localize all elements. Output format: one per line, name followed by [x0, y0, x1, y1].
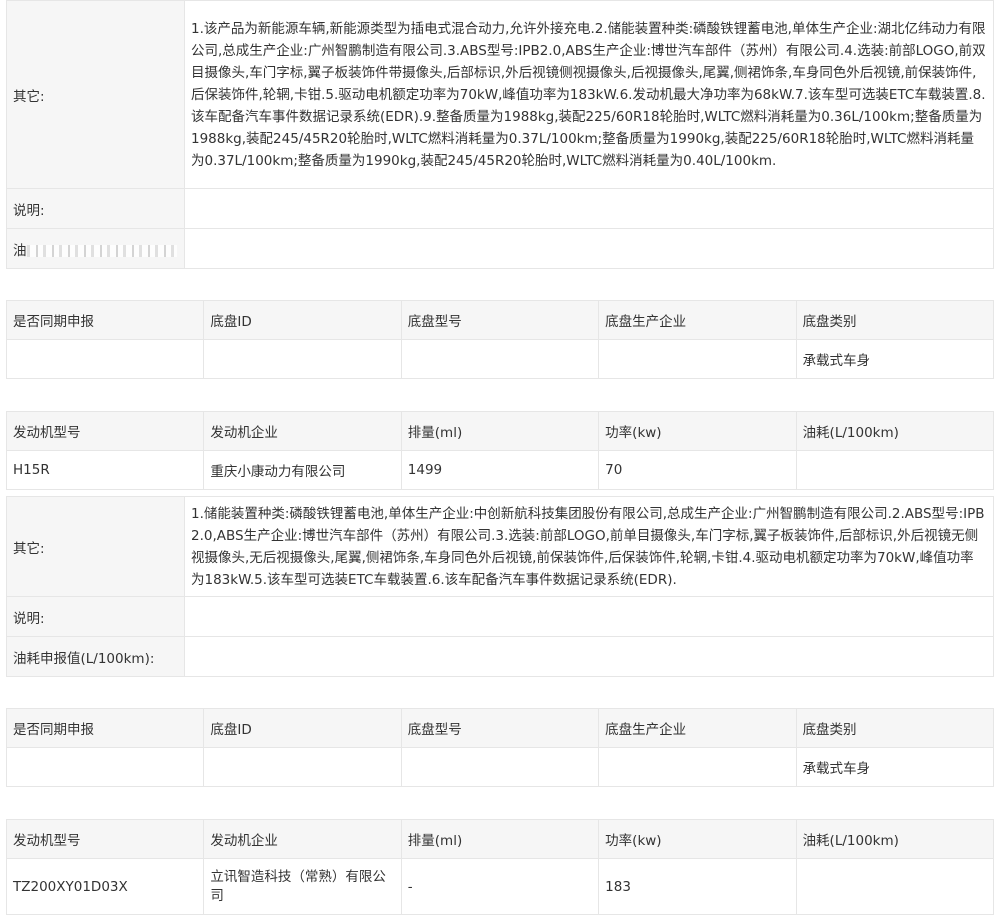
- col-power: 功率(kw): [598, 819, 797, 859]
- table-row: H15R 重庆小康动力有限公司 1499 70: [5, 450, 995, 490]
- table-row: 承载式车身: [5, 747, 995, 787]
- fuel-declared-value: [184, 636, 994, 677]
- fuel-value: [184, 228, 994, 269]
- chassis-table-2: 是否同期申报 底盘ID 底盘型号 底盘生产企业 底盘类别 承载式车身: [5, 708, 995, 787]
- col-chassis-maker: 底盘生产企业: [598, 300, 797, 340]
- cell-sync-declare: [5, 747, 205, 787]
- redacted-mark: [26, 244, 177, 257]
- cell-sync-declare: [5, 339, 205, 379]
- table-row: TZ200XY01D03X 立讯智造科技（常熟）有限公司 - 183: [5, 858, 995, 915]
- fuel-label-visible-char: 油: [13, 242, 27, 259]
- col-sync-declare: 是否同期申报: [5, 300, 205, 340]
- other-text: 1.该产品为新能源车辆,新能源类型为插电式混合动力,允许外接充电.2.储能装置种…: [184, 0, 994, 189]
- fuel-label-blurred: 油: [6, 228, 185, 269]
- cell-displacement: -: [400, 858, 600, 915]
- cell-fuel-consumption: [795, 858, 995, 915]
- col-engine-maker: 发动机企业: [203, 411, 402, 451]
- cell-chassis-id: [203, 339, 402, 379]
- col-chassis-type: 底盘类别: [795, 300, 995, 340]
- cell-fuel-consumption: [795, 450, 995, 490]
- engine-table-1: 发动机型号 发动机企业 排量(ml) 功率(kw) 油耗(L/100km) H1…: [5, 411, 995, 490]
- cell-chassis-id: [203, 747, 402, 787]
- engine-header-row: 发动机型号 发动机企业 排量(ml) 功率(kw) 油耗(L/100km): [5, 411, 995, 451]
- block2-info-table: 其它: 1.储能装置种类:磷酸铁锂蓄电池,单体生产企业:中创新航科技集团股份有限…: [6, 496, 994, 677]
- chassis-table-1: 是否同期申报 底盘ID 底盘型号 底盘生产企业 底盘类别 承载式车身: [5, 300, 995, 379]
- cell-displacement: 1499: [400, 450, 600, 490]
- cell-engine-model: H15R: [5, 450, 205, 490]
- engine-table-2: 发动机型号 发动机企业 排量(ml) 功率(kw) 油耗(L/100km) TZ…: [5, 819, 995, 915]
- col-fuel-consumption: 油耗(L/100km): [795, 819, 995, 859]
- col-engine-maker: 发动机企业: [203, 819, 402, 859]
- col-chassis-id: 底盘ID: [203, 300, 402, 340]
- cell-engine-model: TZ200XY01D03X: [5, 858, 205, 915]
- col-displacement: 排量(ml): [400, 819, 600, 859]
- cell-chassis-maker: [598, 747, 797, 787]
- note-value: [184, 188, 994, 229]
- other-label: 其它:: [6, 496, 185, 597]
- other-text: 1.储能装置种类:磷酸铁锂蓄电池,单体生产企业:中创新航科技集团股份有限公司,总…: [184, 496, 994, 597]
- note-label: 说明:: [6, 188, 185, 229]
- table-row: 承载式车身: [5, 339, 995, 379]
- block1-info-table: 其它: 1.该产品为新能源车辆,新能源类型为插电式混合动力,允许外接充电.2.储…: [6, 0, 994, 269]
- cell-engine-maker: 立讯智造科技（常熟）有限公司: [203, 858, 402, 915]
- fuel-declared-label: 油耗申报值(L/100km):: [6, 636, 185, 677]
- chassis-header-row: 是否同期申报 底盘ID 底盘型号 底盘生产企业 底盘类别: [5, 300, 995, 340]
- col-chassis-model: 底盘型号: [400, 708, 600, 748]
- cell-chassis-model: [400, 747, 600, 787]
- col-power: 功率(kw): [598, 411, 797, 451]
- col-engine-model: 发动机型号: [5, 819, 205, 859]
- note-value: [184, 596, 994, 637]
- chassis-header-row: 是否同期申报 底盘ID 底盘型号 底盘生产企业 底盘类别: [5, 708, 995, 748]
- other-label: 其它:: [6, 0, 185, 189]
- col-sync-declare: 是否同期申报: [5, 708, 205, 748]
- cell-power: 183: [598, 858, 797, 915]
- col-chassis-type: 底盘类别: [795, 708, 995, 748]
- col-engine-model: 发动机型号: [5, 411, 205, 451]
- note-label: 说明:: [6, 596, 185, 637]
- cell-chassis-maker: [598, 339, 797, 379]
- cell-chassis-model: [400, 339, 600, 379]
- engine-header-row: 发动机型号 发动机企业 排量(ml) 功率(kw) 油耗(L/100km): [5, 819, 995, 859]
- col-displacement: 排量(ml): [400, 411, 600, 451]
- cell-engine-maker: 重庆小康动力有限公司: [203, 450, 402, 490]
- cell-chassis-type: 承载式车身: [795, 747, 995, 787]
- col-chassis-id: 底盘ID: [203, 708, 402, 748]
- cell-power: 70: [598, 450, 797, 490]
- col-chassis-model: 底盘型号: [400, 300, 600, 340]
- col-chassis-maker: 底盘生产企业: [598, 708, 797, 748]
- col-fuel-consumption: 油耗(L/100km): [795, 411, 995, 451]
- cell-chassis-type: 承载式车身: [795, 339, 995, 379]
